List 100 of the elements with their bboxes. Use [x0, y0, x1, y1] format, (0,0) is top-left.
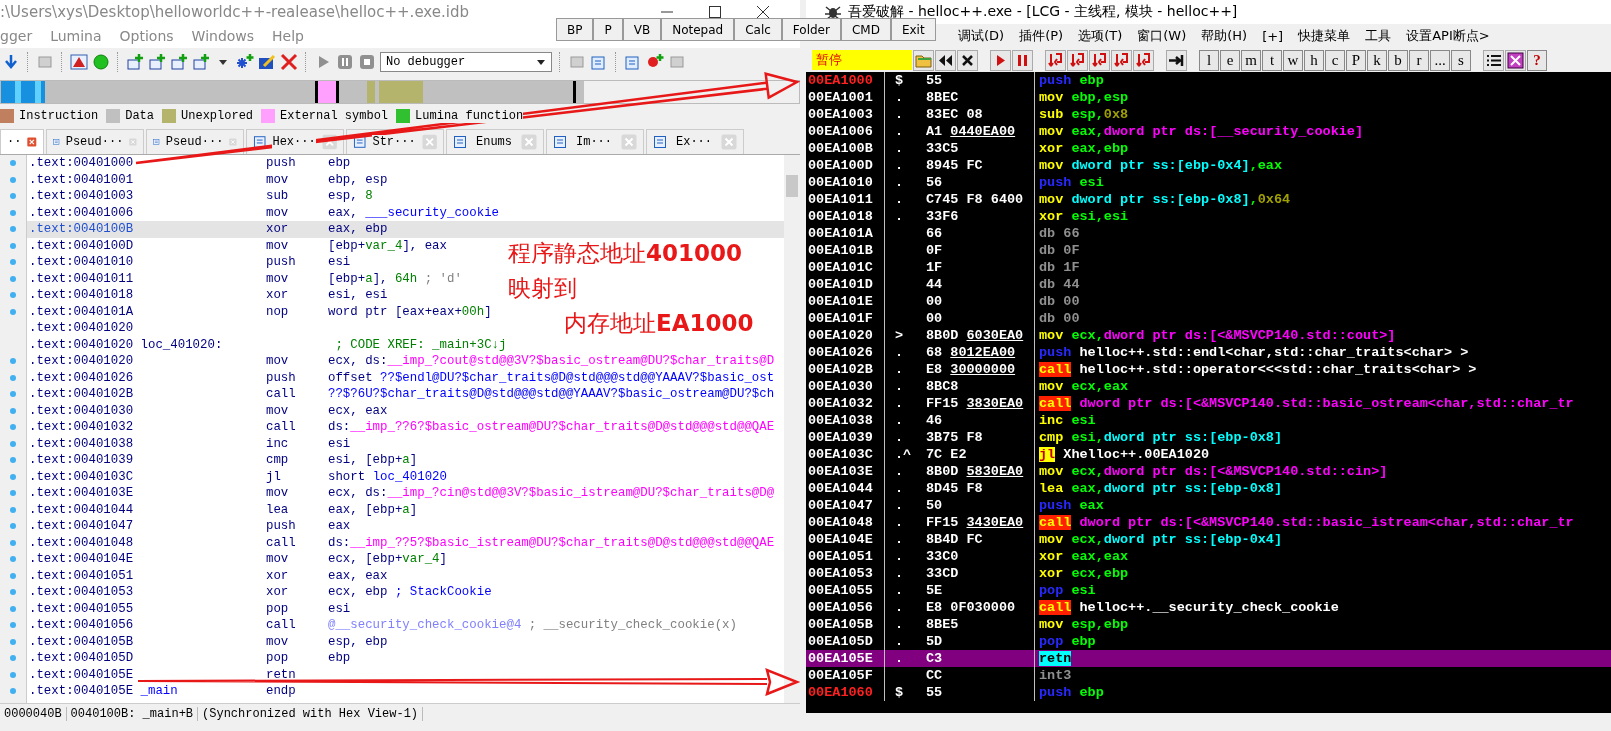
view-tab[interactable]: Pseud···: [46, 129, 144, 154]
disassembly-line[interactable]: .text:0040103E mov ecx, ds:__imp_?cin@std@@3V?$basic_istream@DU?$char_traits@D@: [27, 485, 775, 502]
disassembly-line[interactable]: 00EA1001 . 8BEC mov ebp,esp: [806, 89, 1611, 106]
disassembly-line[interactable]: .text:0040104E mov ecx, [ebp+var_4]: [27, 551, 447, 568]
disassembly-line[interactable]: 00EA1010 . 56 push esi: [806, 174, 1611, 191]
disassembly-line[interactable]: 00EA104E . 8B4D FC mov ecx,dword ptr ss:[ebp-0x4]: [806, 531, 1611, 548]
view-tab[interactable]: ··: [0, 129, 44, 154]
view-tab[interactable]: Enums: [446, 129, 544, 154]
disassembly-line[interactable]: .text:0040102B call ??$?6U?$char_traits@D@std@@@std@@YAAAV?$basic_ostream@DU?$ch: [27, 386, 775, 403]
disassembly-line[interactable]: .text:00401055 pop esi: [27, 600, 351, 617]
disassembly-line[interactable]: .text:00401026 push offset ??$endl@DU?$char_traits@D@std@@@std@@YAAAV?$basic_ost: [27, 369, 775, 386]
menu-item[interactable]: 工具: [1365, 27, 1392, 45]
list-icon[interactable]: [1483, 49, 1504, 71]
disassembly-line[interactable]: .text:00401030 mov ecx, eax: [27, 402, 388, 419]
menu-item[interactable]: 插件(P): [1019, 27, 1064, 45]
disassembly-line[interactable]: .text:0040105D pop ebp: [27, 650, 351, 667]
disassembly-line[interactable]: 00EA1053 . 33CD xor ecx,ebp: [806, 565, 1611, 582]
menu-item[interactable]: 调试(D): [958, 27, 1005, 45]
horizontal-scrollbar[interactable]: [806, 713, 1611, 731]
view-tab[interactable]: Pseud···: [146, 129, 244, 154]
navigation-bar[interactable]: [0, 80, 800, 104]
menu-item[interactable]: 窗口(W): [1137, 27, 1187, 45]
close-icon[interactable]: [957, 49, 978, 71]
disassembly-line[interactable]: 00EA1011 . C745 F8 6400 mov dword ptr ss:[ebp-0x8],0x64: [806, 191, 1611, 208]
disassembly-line[interactable]: .text:00401020 loc_401020: ; CODE XREF: _main+3C↓j: [27, 336, 507, 353]
disassembly-line[interactable]: 00EA100B . 33C5 xor eax,ebp: [806, 140, 1611, 157]
window-button[interactable]: m: [1241, 49, 1261, 71]
quick-launch-button[interactable]: P: [593, 18, 623, 41]
disassembly-line[interactable]: .text:00401044 lea eax, [ebp+a]: [27, 501, 418, 518]
window-button[interactable]: h: [1304, 49, 1324, 71]
arrow-down-icon[interactable]: [2, 53, 20, 71]
disassembly-line[interactable]: .text:00401018 xor esi, esi: [27, 287, 388, 304]
disassembly-line[interactable]: 00EA101F 00 db 00: [806, 310, 1611, 327]
step-into-icon[interactable]: [1045, 49, 1066, 71]
disassembly-line[interactable]: 00EA101C 1F db 1F: [806, 259, 1611, 276]
disassembly-line[interactable]: .text:0040105E _main endp: [27, 683, 328, 700]
disassembly-line[interactable]: 00EA103C .^ 7C E2 jl Xhelloc++.00EA1020: [806, 446, 1611, 463]
disassembly-line[interactable]: .text:00401020: [27, 320, 328, 337]
disassembly-line[interactable]: 00EA1038 . 46 inc esi: [806, 412, 1611, 429]
close-icon[interactable]: [756, 5, 770, 19]
disassembly-line[interactable]: .text:00401051 xor eax, eax: [27, 567, 388, 584]
disassembly-line[interactable]: 00EA1048 . FF15 3430EA0 call dword ptr ds:[<&MSVCP140.std::basic_istream<char,std::char_tr: [806, 514, 1611, 531]
view-tab[interactable]: Hex···: [246, 129, 344, 154]
window-button[interactable]: P: [1346, 49, 1366, 71]
maximize-icon[interactable]: [708, 5, 722, 19]
disassembly-line[interactable]: 00EA1026 . 68 8012EA00 push helloc++.std::endl<char,std::char_traits<char> >: [806, 344, 1611, 361]
disassembly-line[interactable]: 00EA102B . E8 30000000 call helloc++.std::operator<<<std::char_traits<char> >: [806, 361, 1611, 378]
disassembly-line[interactable]: .text:00401056 call @__security_check_cookie@4 ; __security_check_cookie(x): [27, 617, 737, 634]
window-button[interactable]: t: [1262, 49, 1282, 71]
disassembly-line[interactable]: 00EA1003 . 83EC 08 sub esp,0x8: [806, 106, 1611, 123]
disassembly-line[interactable]: 00EA105B . 8BE5 mov esp,ebp: [806, 616, 1611, 633]
disassembly-line[interactable]: .text:00401003 sub esp, 8: [27, 188, 373, 205]
rewind-icon[interactable]: [935, 49, 956, 71]
disassembly-line[interactable]: .text:00401001 mov ebp, esp: [27, 171, 388, 188]
quick-launch-button[interactable]: VB: [622, 18, 662, 41]
menu-item[interactable]: Windows: [191, 28, 255, 44]
disassembly-line[interactable]: .text:00401000 push ebp: [27, 155, 351, 172]
disassembly-line[interactable]: 00EA101B 0F db 0F: [806, 242, 1611, 259]
disassembly-line[interactable]: 00EA101A 66 db 66: [806, 225, 1611, 242]
quick-launch-button[interactable]: Exit: [890, 18, 936, 41]
execute-till-return-icon[interactable]: [1133, 49, 1154, 71]
disassembly-line[interactable]: .text:00401053 xor ecx, ebp ; StackCookie: [27, 584, 492, 601]
window-button[interactable]: w: [1283, 49, 1303, 71]
window-button[interactable]: c: [1325, 49, 1345, 71]
disassembly-line[interactable]: 00EA1032 . FF15 3830EA0 call dword ptr ds:[<&MSVCP140.std::basic_ostream<char,std::char_tr: [806, 395, 1611, 412]
trace-over-icon[interactable]: [1111, 49, 1132, 71]
disassembly-line[interactable]: .text:00401048 call ds:__imp_??5?$basic_istream@DU?$char_traits@D@std@@@std@@QAE: [27, 534, 775, 551]
disassembly-line[interactable]: 00EA101E 00 db 00: [806, 293, 1611, 310]
disassembly-line[interactable]: 00EA1056 . E8 0F030000 call helloc++.__security_check_cookie: [806, 599, 1611, 616]
pause-icon[interactable]: [1012, 49, 1033, 71]
quick-launch-button[interactable]: Calc: [734, 18, 782, 41]
disassembly-line[interactable]: .text:00401047 push eax: [27, 518, 351, 535]
view-tab[interactable]: Ex···: [646, 129, 744, 154]
menu-item[interactable]: [+]: [1262, 28, 1284, 44]
disassembly-line[interactable]: .text:0040103C jl short loc_401020: [27, 468, 447, 485]
disassembly-line[interactable]: 00EA1020 > 8B0D 6030EA0 mov ecx,dword ptr ds:[<&MSVCP140.std::cout>]: [806, 327, 1611, 344]
disassembly-line[interactable]: .text:00401038 inc esi: [27, 435, 351, 452]
disassembly-line[interactable]: .text:0040100D mov [ebp+var_4], eax: [27, 237, 447, 254]
disassembly-line[interactable]: .text:00401020 mov ecx, ds:__imp_?cout@std@@3V?$basic_ostream@DU?$char_traits@D: [27, 353, 775, 370]
disassembly-line[interactable]: 00EA1044 . 8D45 F8 lea eax,dword ptr ss:[ebp-0x8]: [806, 480, 1611, 497]
disassembly-line[interactable]: .text:00401039 cmp esi, [ebp+a]: [27, 452, 418, 469]
disassembly-line[interactable]: 00EA100D . 8945 FC mov dword ptr ss:[ebp-0x4],eax: [806, 157, 1611, 174]
disassembly-line[interactable]: 00EA1030 . 8BC8 mov ecx,eax: [806, 378, 1611, 395]
disassembly-line[interactable]: 00EA1000 $ 55 push ebp: [806, 72, 1611, 89]
disassembly-line[interactable]: 00EA103E . 8B0D 5830EA0 mov ecx,dword ptr ds:[<&MSVCP140.std::cin>]: [806, 463, 1611, 480]
disassembly-line[interactable]: 00EA1051 . 33C0 xor eax,eax: [806, 548, 1611, 565]
grid-icon[interactable]: [1505, 49, 1526, 71]
disassembly-line[interactable]: 00EA1055 . 5E pop esi: [806, 582, 1611, 599]
view-tab[interactable]: Im···: [546, 129, 644, 154]
window-button[interactable]: l: [1199, 49, 1219, 71]
trace-into-icon[interactable]: [1089, 49, 1110, 71]
pause-icon[interactable]: [336, 53, 354, 71]
play-icon[interactable]: [990, 49, 1011, 71]
disassembly-line[interactable]: .text:00401011 mov [ebp+a], 64h ; 'd': [27, 270, 462, 287]
window-button[interactable]: k: [1367, 49, 1387, 71]
debugger-select[interactable]: No debugger: [380, 52, 552, 72]
window-button[interactable]: b: [1388, 49, 1408, 71]
quick-launch-button[interactable]: CMD: [840, 18, 891, 41]
disassembly-line[interactable]: 00EA1039 . 3B75 F8 cmp esi,dword ptr ss:[ebp-0x8]: [806, 429, 1611, 446]
disassembly-line[interactable]: 00EA105F CC int3: [806, 667, 1611, 684]
